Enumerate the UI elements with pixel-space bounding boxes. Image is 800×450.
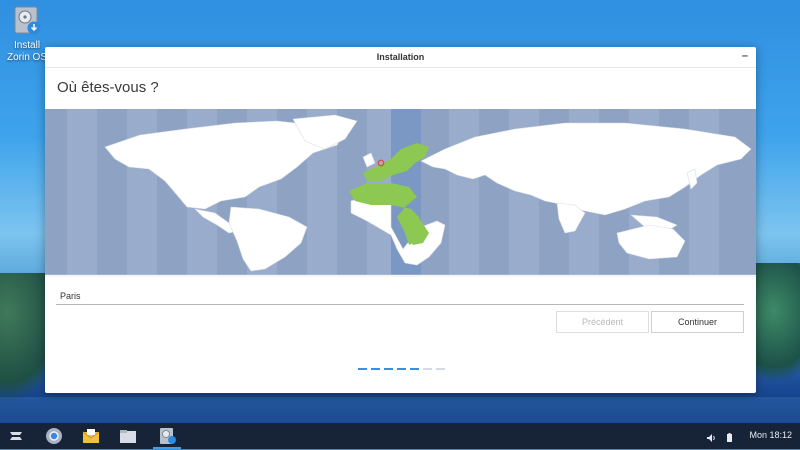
mail-icon[interactable]	[81, 427, 101, 445]
taskbar: Mon 18:12	[0, 423, 800, 449]
timezone-map[interactable]	[45, 109, 756, 277]
window-titlebar[interactable]: Installation –	[45, 47, 756, 68]
progress-step	[397, 368, 406, 370]
progress-step	[371, 368, 380, 370]
window-title: Installation	[376, 52, 425, 62]
continue-button[interactable]: Continuer	[651, 311, 744, 333]
files-icon[interactable]	[118, 427, 138, 445]
progress-step	[384, 368, 393, 370]
clock[interactable]: Mon 18:12	[749, 430, 792, 440]
installer-window: Installation – Où êtes-vous ? Paris Préc…	[45, 47, 756, 393]
progress-step	[423, 368, 432, 370]
installer-icon[interactable]	[157, 427, 177, 445]
battery-icon[interactable]	[724, 430, 734, 442]
step-progress-indicator	[358, 368, 445, 370]
chromium-icon[interactable]	[44, 427, 64, 445]
progress-step	[436, 368, 445, 370]
zorin-menu-icon[interactable]	[6, 427, 26, 445]
city-input[interactable]	[56, 287, 744, 305]
install-disk-icon	[13, 6, 41, 36]
progress-step	[358, 368, 367, 370]
progress-step	[410, 368, 419, 370]
page-title: Où êtes-vous ?	[57, 79, 159, 96]
desktop-icon-install[interactable]: Install Zorin OS	[4, 6, 50, 64]
desktop-icon-label: Install Zorin OS	[6, 40, 47, 63]
volume-icon[interactable]	[706, 430, 716, 442]
previous-button[interactable]: Précédent	[556, 311, 649, 333]
minimize-button[interactable]: –	[742, 50, 748, 62]
